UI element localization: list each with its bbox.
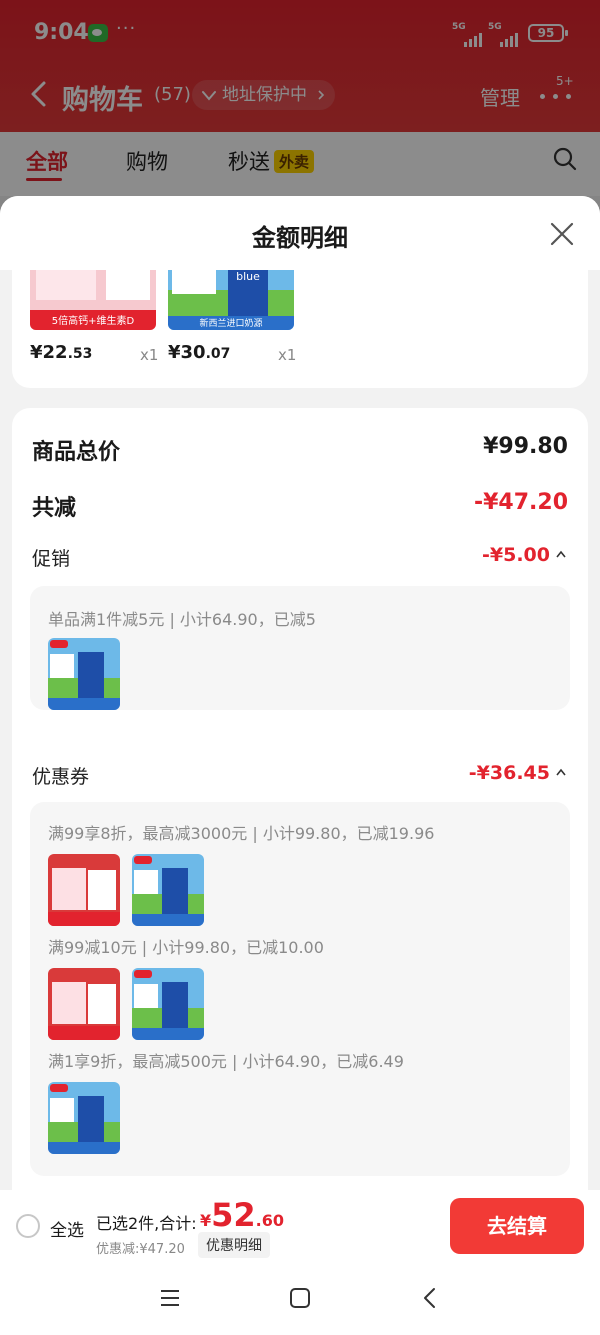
promotion-label: 促销 [32, 548, 71, 570]
discount-amount: 优惠减:¥47.20 [96, 1242, 185, 1257]
product-banner-text: 新西兰进口奶源 [199, 317, 262, 329]
product-thumbnail-blue-milk [132, 968, 204, 1040]
product-thumbnail-calcium-milk [48, 968, 120, 1040]
coupon-rule: 满1享9折，最高减500元 | 小计64.90，已减6.49 [48, 1052, 404, 1071]
close-icon[interactable] [548, 220, 576, 248]
home-icon[interactable] [288, 1286, 312, 1310]
product-quantity: x1 [140, 346, 159, 364]
amount-detail-sheet: 金额明细 5倍高钙+维生素D ¥22.53 x1 blue 新西兰进口奶源 ¥3… [0, 196, 600, 1190]
select-all-label[interactable]: 全选 [50, 1216, 84, 1241]
chevron-up-icon [556, 550, 566, 558]
total-price-label: 商品总价 [32, 440, 121, 465]
system-navigation-bar [0, 1262, 600, 1335]
product-thumbnail-calcium-milk [48, 854, 120, 926]
promotion-rule: 单品满1件减5元 | 小计64.90，已减5 [48, 610, 316, 629]
product-image-calcium-milk: 5倍高钙+维生素D [30, 270, 156, 330]
total-amount: ¥52.60 [200, 1196, 285, 1234]
svg-text:blue: blue [236, 270, 260, 283]
product-image-blue-milk: blue 新西兰进口奶源 [168, 270, 294, 330]
sheet-header: 金额明细 [0, 196, 600, 270]
total-reduction-value: -¥47.20 [473, 490, 568, 515]
product-banner-text: 5倍高钙+维生素D [52, 314, 135, 327]
menu-icon[interactable] [158, 1286, 182, 1310]
sheet-title: 金额明细 [252, 224, 348, 252]
product-thumbnail-blue-milk [132, 854, 204, 926]
coupon-rule: 满99享8折，最高减3000元 | 小计99.80，已减19.96 [48, 824, 435, 843]
discount-detail-button[interactable]: 优惠明细 [198, 1232, 270, 1258]
checkout-button[interactable]: 去结算 [450, 1198, 584, 1254]
price-summary-card: 商品总价 ¥99.80 共减 -¥47.20 促销 -¥5.00 单品满1件减5… [12, 408, 588, 1190]
total-price-value: ¥99.80 [483, 434, 568, 459]
product-thumbnail-blue-milk [48, 1082, 120, 1154]
promotion-value: -¥5.00 [482, 544, 550, 566]
selected-info: 已选2件,合计: [96, 1214, 197, 1233]
product-thumbnail-blue-milk [48, 638, 120, 710]
chevron-up-icon [556, 768, 566, 776]
back-icon[interactable] [418, 1286, 442, 1310]
coupon-value: -¥36.45 [468, 762, 550, 784]
product-price: ¥30.07 [168, 342, 231, 363]
selected-products: 5倍高钙+维生素D ¥22.53 x1 blue 新西兰进口奶源 ¥30.07 … [12, 270, 588, 388]
select-all-checkbox[interactable] [16, 1214, 40, 1238]
coupon-detail: 满99享8折，最高减3000元 | 小计99.80，已减19.96 满99减10… [30, 802, 570, 1176]
product-quantity: x1 [278, 346, 297, 364]
total-reduction-label: 共减 [32, 496, 77, 521]
coupon-toggle[interactable]: -¥36.45 [469, 762, 566, 784]
coupon-label: 优惠券 [32, 766, 90, 788]
checkout-bar: 全选 已选2件,合计: ¥52.60 优惠减:¥47.20 优惠明细 去结算 [0, 1190, 600, 1262]
promotion-detail: 单品满1件减5元 | 小计64.90，已减5 [30, 586, 570, 710]
promotion-toggle[interactable]: -¥5.00 [482, 544, 566, 566]
product-price: ¥22.53 [30, 342, 93, 363]
coupon-rule: 满99减10元 | 小计99.80，已减10.00 [48, 938, 324, 957]
